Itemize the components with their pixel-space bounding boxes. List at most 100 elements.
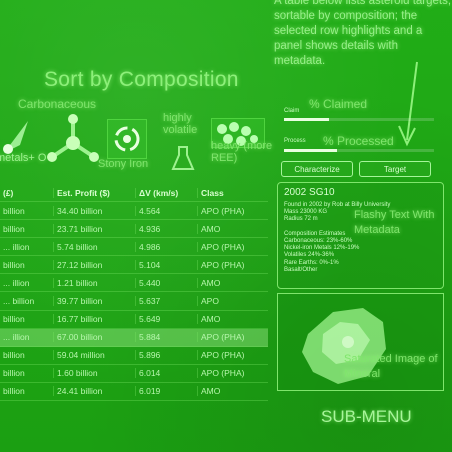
- table-cell: billion: [3, 259, 25, 270]
- metadata-line: Radius 72 m: [284, 216, 318, 223]
- header-value[interactable]: (£): [0, 188, 53, 198]
- table-cell: APO: [197, 296, 268, 307]
- table-cell: 24.41 billion: [53, 386, 135, 397]
- table-cell: billion: [3, 223, 25, 234]
- flask-icon: [171, 146, 195, 170]
- table-cell: 4.986: [135, 241, 197, 252]
- volatile-category-button[interactable]: [170, 145, 196, 173]
- page-title: Sort by Composition: [44, 68, 239, 91]
- metadata-line: Rare Earths: 0%-1%: [284, 259, 339, 266]
- metal-category-button[interactable]: [0, 115, 32, 157]
- table-cell: 5.440: [135, 277, 197, 288]
- table-cell: billion: [3, 205, 25, 216]
- table-row[interactable]: billion 59.04 million 5.896 APO (PHA): [0, 347, 268, 365]
- table-row[interactable]: ... illion 5.74 billion 4.986 APO (PHA): [0, 238, 268, 257]
- table-cell: AMO: [197, 386, 268, 397]
- table-cell: ... billion: [3, 296, 35, 307]
- table-cell: 4.936: [135, 223, 197, 234]
- table-cell: billion: [3, 350, 25, 361]
- metadata-line: Mass 23000 KG: [284, 209, 328, 216]
- table-cell: 1.21 billion: [53, 277, 135, 288]
- carbonaceous-category-button[interactable]: [42, 113, 104, 175]
- metadata-line: Composition Estimates: [284, 230, 346, 237]
- claimed-bar-fill: [284, 118, 329, 121]
- table-cell: APO (PHA): [197, 259, 268, 270]
- table-row[interactable]: billion 1.60 billion 6.014 APO (PHA): [0, 365, 268, 383]
- table-cell: APO (PHA): [197, 332, 268, 343]
- table-cell: 5.884: [135, 332, 197, 343]
- metal-label: metals+ O: [0, 152, 47, 164]
- target-button[interactable]: Target: [359, 161, 431, 177]
- table-cell: 27.12 billion: [53, 259, 135, 270]
- table-row[interactable]: ... illion 67.00 billion 5.884 APO (PHA): [0, 328, 268, 347]
- table-header: (£) Est. Profit ($) ΔV (km/s) Class: [0, 185, 268, 202]
- metadata-annotation: Flashy Text With Metadata: [354, 209, 435, 236]
- metadata-line: Nickel-iron Metals 12%-19%: [284, 245, 360, 252]
- volatile-label: highly volatile: [163, 112, 198, 136]
- table-cell: 5.896: [135, 350, 197, 361]
- asteroid-name: 2002 SG10: [284, 187, 335, 198]
- table-cell: 5.637: [135, 296, 197, 307]
- processed-bar-label: Process: [284, 138, 306, 144]
- stony-iron-label: Stony Iron: [98, 158, 149, 170]
- table-cell: APO (PHA): [197, 241, 268, 252]
- table-cell: APO (PHA): [197, 350, 268, 361]
- table-cell: 5.104: [135, 259, 197, 270]
- table-row[interactable]: billion 16.77 billion 5.649 AMO: [0, 311, 268, 329]
- table-cell: 5.74 billion: [53, 241, 135, 252]
- asteroid-table: (£) Est. Profit ($) ΔV (km/s) Class bill…: [0, 185, 268, 402]
- recycle-icon: [114, 126, 140, 152]
- stony-iron-category-button[interactable]: [107, 119, 147, 159]
- table-body: billion 34.40 billion 4.564 APO (PHA) billio…: [0, 202, 268, 402]
- table-row[interactable]: billion 23.71 billion 4.936 AMO: [0, 220, 268, 239]
- characterize-button[interactable]: Characterize: [281, 161, 353, 177]
- sub-menu-button[interactable]: SUB-MENU: [321, 407, 412, 427]
- metadata-line: Carbonaceous: 23%-60%: [284, 238, 353, 244]
- table-cell: 4.564: [135, 205, 197, 216]
- heavy-label: heavy (more REE): [211, 140, 273, 164]
- table-row[interactable]: ... billion 39.77 billion 5.637 APO: [0, 292, 268, 311]
- processed-bar: [284, 149, 434, 152]
- table-cell: AMO: [197, 314, 268, 325]
- table-cell: 16.77 billion: [53, 314, 135, 325]
- claimed-bar: [284, 118, 434, 121]
- table-row[interactable]: billion 27.12 billion 5.104 APO (PHA): [0, 256, 268, 275]
- table-cell: 6.019: [135, 386, 197, 397]
- table-cell: 59.04 million: [53, 350, 135, 361]
- meteor-icon: [3, 121, 28, 154]
- table-cell: 23.71 billion: [53, 223, 135, 234]
- table-row[interactable]: billion 24.41 billion 6.019 AMO: [0, 383, 268, 402]
- claimed-label: % Claimed: [309, 97, 368, 111]
- table-cell: AMO: [197, 223, 268, 234]
- metadata-line: Volatiles 24%-36%: [284, 252, 335, 259]
- processed-label: % Processed: [323, 134, 394, 148]
- claimed-bar-label: Claim: [284, 108, 300, 114]
- table-cell: billion: [3, 314, 25, 325]
- table-row[interactable]: billion 34.40 billion 4.564 APO (PHA): [0, 202, 268, 221]
- table-cell: 1.60 billion: [53, 368, 135, 379]
- design-note: A table below lists asteroid targets, so…: [274, 0, 452, 67]
- table-cell: 34.40 billion: [53, 205, 135, 216]
- table-cell: billion: [3, 368, 25, 379]
- header-class[interactable]: Class: [197, 188, 268, 198]
- table-cell: APO (PHA): [197, 205, 268, 216]
- molecule-icon: [47, 114, 99, 162]
- metadata-line: Basalt/Other: [284, 266, 318, 273]
- table-cell: AMO: [197, 277, 268, 288]
- table-cell: ... illion: [3, 277, 30, 288]
- table-row[interactable]: ... illion 1.21 billion 5.440 AMO: [0, 274, 268, 293]
- table-cell: 6.014: [135, 368, 197, 379]
- table-cell: ... illion: [3, 241, 30, 252]
- header-delta-v[interactable]: ΔV (km/s): [135, 188, 197, 198]
- table-cell: billion: [3, 386, 25, 397]
- carbonaceous-label: Carbonaceous: [18, 97, 97, 111]
- header-profit[interactable]: Est. Profit ($): [53, 188, 135, 198]
- processed-bar-fill: [284, 149, 337, 152]
- table-cell: 5.649: [135, 314, 197, 325]
- annotation-arrow-icon: [398, 61, 418, 147]
- table-cell: APO (PHA): [197, 368, 268, 379]
- table-cell: 39.77 billion: [53, 296, 135, 307]
- image-annotation: Saturated Image of Mineral: [344, 353, 438, 380]
- table-cell: ... illion: [3, 332, 30, 343]
- table-cell: 67.00 billion: [53, 332, 135, 343]
